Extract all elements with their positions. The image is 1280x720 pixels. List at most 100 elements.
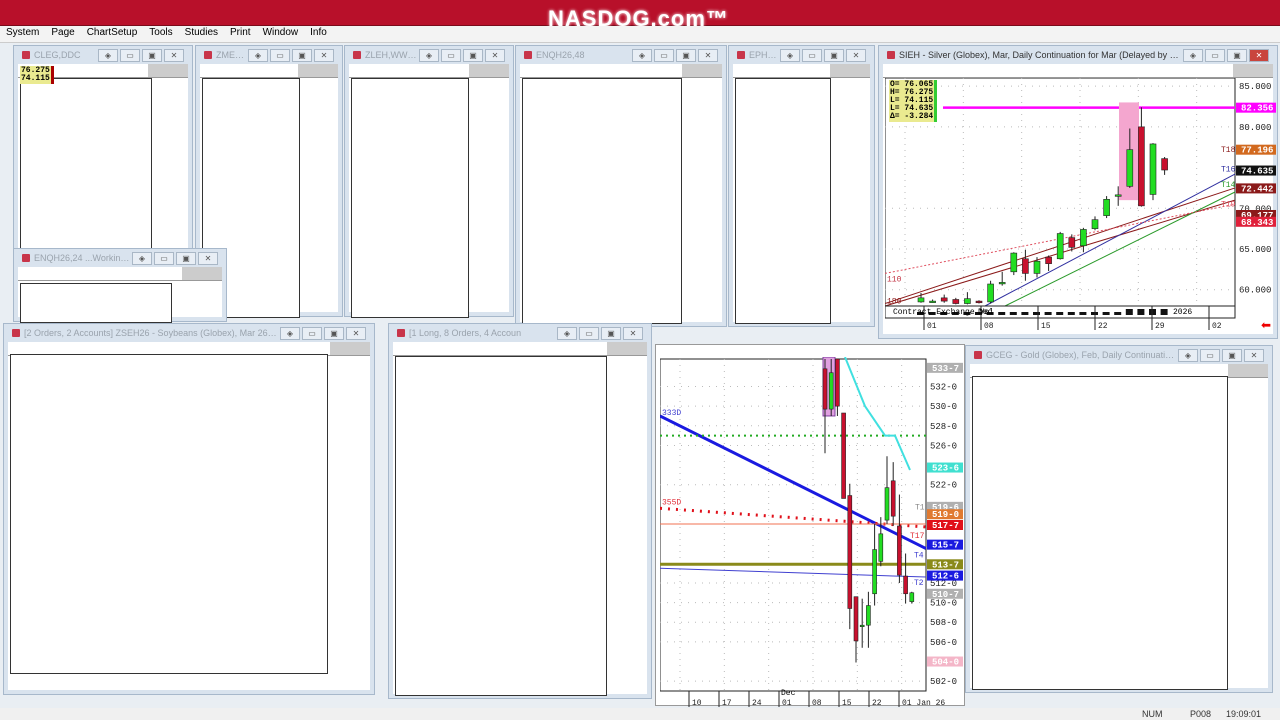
chart-pane[interactable] — [522, 78, 682, 324]
maximize-button[interactable]: ▣ — [463, 48, 483, 62]
chart-toolbar[interactable] — [520, 64, 722, 78]
close-button[interactable]: ✕ — [1249, 48, 1269, 62]
maximize-button[interactable]: ▣ — [601, 326, 621, 340]
y-tick-label: 522-0 — [930, 481, 957, 491]
window-title-bar[interactable]: SIEH - Silver (Globex), Mar, Daily Conti… — [883, 46, 1273, 64]
maximize-button[interactable]: ▣ — [676, 48, 696, 62]
chart-toolbar[interactable] — [883, 64, 1273, 78]
chart-window-long[interactable]: [1 Long, 8 Orders, 4 Accoun ◈ ▭ ▣ ✕ — [389, 324, 651, 698]
chart-pane[interactable] — [20, 283, 172, 323]
window-title-bar[interactable]: ZMEH,... ◈ ▭ ▣ ✕ — [200, 46, 338, 64]
tag-icon[interactable]: ◈ — [1178, 348, 1198, 362]
menu-system[interactable]: System — [0, 26, 45, 39]
minimize-button[interactable]: ▭ — [802, 48, 822, 62]
soybeans-chart-window[interactable]: 532-0 530-0 528-0 526-0 522-0 512-0 510-0 508-0… — [655, 344, 965, 707]
tag-icon[interactable]: ◈ — [419, 48, 439, 62]
maximize-button[interactable]: ▣ — [142, 48, 162, 62]
maximize-button[interactable]: ▣ — [1222, 348, 1242, 362]
minimize-button[interactable]: ▭ — [1200, 348, 1220, 362]
menu-info[interactable]: Info — [304, 26, 333, 39]
candle-body — [890, 480, 896, 517]
candle-body — [835, 358, 840, 407]
close-button[interactable]: ✕ — [314, 48, 334, 62]
close-button[interactable]: ✕ — [846, 48, 866, 62]
chart-window-eph[interactable]: EPH26,... ◈ ▭ ▣ ✕ — [729, 46, 874, 326]
tag-icon[interactable]: ◈ — [632, 48, 652, 62]
minimize-button[interactable]: ▭ — [302, 326, 322, 340]
close-button[interactable]: ✕ — [1244, 348, 1264, 362]
trend-tag: T16 — [1221, 165, 1236, 174]
app-icon — [12, 329, 20, 337]
price-label: 82.356 — [1241, 104, 1273, 114]
close-button[interactable]: ✕ — [198, 251, 218, 265]
chart-window-sieh[interactable]: SIEH - Silver (Globex), Mar, Daily Conti… — [879, 46, 1277, 338]
scroll-right-arrow-icon[interactable]: ⬅ — [1261, 318, 1271, 332]
chart-pane[interactable] — [735, 78, 831, 324]
tag-icon[interactable]: ◈ — [98, 48, 118, 62]
chart-pane[interactable] — [972, 376, 1228, 690]
tag-icon[interactable]: ◈ — [248, 48, 268, 62]
menu-studies[interactable]: Studies — [179, 26, 224, 39]
window-title-bar[interactable]: [1 Long, 8 Orders, 4 Accoun ◈ ▭ ▣ ✕ — [393, 324, 647, 342]
maximize-button[interactable]: ▣ — [292, 48, 312, 62]
minimize-button[interactable]: ▭ — [120, 48, 140, 62]
candle-body — [822, 368, 828, 410]
chart-pane[interactable] — [351, 78, 469, 318]
menu-window[interactable]: Window — [257, 26, 305, 39]
menu-tools[interactable]: Tools — [143, 26, 178, 39]
window-title-bar[interactable]: GCEG - Gold (Globex), Feb, Daily Continu… — [970, 346, 1268, 364]
minimize-button[interactable]: ▭ — [654, 48, 674, 62]
candle-body — [866, 605, 871, 626]
price-chart[interactable]: 85.00080.00070.00065.00060.000T18T16T14T… — [885, 78, 1277, 336]
chart-window-zseh[interactable]: [2 Orders, 2 Accounts] ZSEH26 - Soybeans… — [4, 324, 374, 694]
chart-toolbar[interactable] — [733, 64, 870, 78]
minimize-button[interactable]: ▭ — [1205, 48, 1225, 62]
window-title-bar[interactable]: ZLEH,WWC ... ◈ ▭ ▣ ✕ — [349, 46, 509, 64]
minimize-button[interactable]: ▭ — [154, 251, 174, 265]
close-button[interactable]: ✕ — [623, 326, 643, 340]
window-title-bar[interactable]: CLEG,DDC ◈ ▭ ▣ ✕ — [18, 46, 188, 64]
maximize-button[interactable]: ▣ — [324, 326, 344, 340]
window-title-bar[interactable]: EPH26,... ◈ ▭ ▣ ✕ — [733, 46, 870, 64]
minimize-button[interactable]: ▭ — [441, 48, 461, 62]
window-title-bar[interactable]: [2 Orders, 2 Accounts] ZSEH26 - Soybeans… — [8, 324, 370, 342]
menu-page[interactable]: Page — [45, 26, 80, 39]
price-label: 512-6 — [932, 572, 959, 582]
tag-icon[interactable]: ◈ — [280, 326, 300, 340]
chart-window-gceg[interactable]: GCEG - Gold (Globex), Feb, Daily Continu… — [966, 346, 1272, 692]
candle-body — [1149, 143, 1157, 195]
close-button[interactable]: ✕ — [485, 48, 505, 62]
trend-tag: 355D — [662, 498, 681, 507]
chart-toolbar[interactable] — [349, 64, 509, 78]
chart-pane[interactable] — [395, 356, 607, 696]
menu-chartsetup[interactable]: ChartSetup — [81, 26, 144, 39]
minimize-button[interactable]: ▭ — [270, 48, 290, 62]
close-button[interactable]: ✕ — [698, 48, 718, 62]
maximize-button[interactable]: ▣ — [176, 251, 196, 265]
minimize-button[interactable]: ▭ — [579, 326, 599, 340]
tag-icon[interactable]: ◈ — [132, 251, 152, 265]
chart-window-enqh24[interactable]: ENQH26,24 ...Working... ◈ ▭ ▣ ✕ — [14, 249, 226, 323]
candle-body — [917, 297, 925, 303]
window-title-bar[interactable]: ENQH26,48 ◈ ▭ ▣ ✕ — [520, 46, 722, 64]
chart-toolbar[interactable] — [393, 342, 647, 356]
maximize-button[interactable]: ▣ — [1227, 48, 1247, 62]
tag-icon[interactable]: ◈ — [1183, 48, 1203, 62]
month-label: Dec — [978, 308, 993, 317]
close-button[interactable]: ✕ — [346, 326, 366, 340]
chart-window-zleh[interactable]: ZLEH,WWC ... ◈ ▭ ▣ ✕ — [345, 46, 513, 318]
app-icon — [204, 51, 212, 59]
price-chart[interactable]: 532-0530-0528-0526-0522-0512-0510-0508-0… — [660, 357, 964, 707]
window-title-bar[interactable]: ENQH26,24 ...Working... ◈ ▭ ▣ ✕ — [18, 249, 222, 267]
tag-icon[interactable]: ◈ — [780, 48, 800, 62]
menu-print[interactable]: Print — [224, 26, 257, 39]
ohlc-line: Δ= -3.284 — [890, 112, 934, 121]
tag-icon[interactable]: ◈ — [557, 326, 577, 340]
chart-toolbar[interactable] — [200, 64, 338, 78]
chart-pane[interactable] — [10, 354, 328, 674]
chart-toolbar[interactable] — [18, 267, 222, 281]
x-tick-label: 02 — [1212, 322, 1222, 331]
close-button[interactable]: ✕ — [164, 48, 184, 62]
maximize-button[interactable]: ▣ — [824, 48, 844, 62]
chart-window-enqh48[interactable]: ENQH26,48 ◈ ▭ ▣ ✕ — [516, 46, 726, 326]
